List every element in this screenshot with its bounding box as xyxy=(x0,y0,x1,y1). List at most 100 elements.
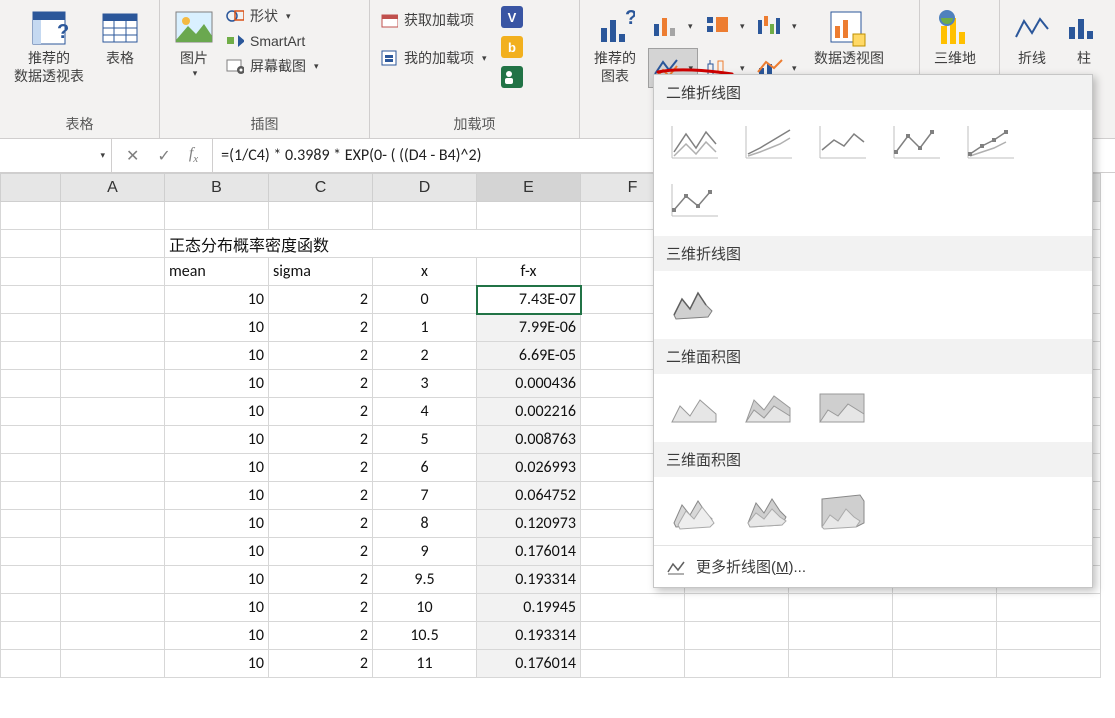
cell[interactable] xyxy=(1,398,61,426)
cell[interactable] xyxy=(1,286,61,314)
cell[interactable] xyxy=(1,454,61,482)
cell[interactable] xyxy=(789,650,893,678)
cell[interactable] xyxy=(893,650,997,678)
cell[interactable] xyxy=(789,594,893,622)
cell[interactable] xyxy=(1,426,61,454)
col-header-c[interactable]: C xyxy=(269,174,373,202)
cell[interactable] xyxy=(61,342,165,370)
cell[interactable]: 9.5 xyxy=(373,566,477,594)
cell[interactable]: 10 xyxy=(165,342,269,370)
picture-button[interactable]: 图片 ▾ xyxy=(166,4,222,81)
cell[interactable]: 10 xyxy=(165,286,269,314)
cell[interactable] xyxy=(61,482,165,510)
3d-line-option[interactable] xyxy=(666,281,722,325)
cell[interactable]: 1 xyxy=(373,314,477,342)
cell[interactable] xyxy=(61,510,165,538)
title-cell[interactable]: 正态分布概率密度函数 xyxy=(165,230,581,258)
cell[interactable] xyxy=(1,370,61,398)
cell[interactable]: 10 xyxy=(165,622,269,650)
col-header-a[interactable]: A xyxy=(61,174,165,202)
cell[interactable]: 2 xyxy=(269,426,373,454)
cell[interactable]: 10 xyxy=(165,566,269,594)
cell[interactable] xyxy=(61,454,165,482)
cell[interactable]: 10 xyxy=(165,370,269,398)
100-stacked-area-option[interactable] xyxy=(814,384,870,428)
header-x[interactable]: x xyxy=(373,258,477,286)
cell[interactable]: 6 xyxy=(373,454,477,482)
sparkline-column-button[interactable]: 柱 xyxy=(1058,4,1110,70)
cell[interactable] xyxy=(893,622,997,650)
cell[interactable]: 2 xyxy=(269,314,373,342)
cell[interactable] xyxy=(685,594,789,622)
cell[interactable]: 0.008763 xyxy=(477,426,581,454)
cell[interactable]: 10 xyxy=(165,538,269,566)
cell[interactable]: 6.69E-05 xyxy=(477,342,581,370)
cell[interactable]: 10.5 xyxy=(373,622,477,650)
cell[interactable]: 10 xyxy=(373,594,477,622)
cell[interactable] xyxy=(1,650,61,678)
select-all-corner[interactable] xyxy=(1,174,61,202)
smartart-button[interactable]: SmartArt xyxy=(222,32,323,50)
cell[interactable]: 2 xyxy=(269,566,373,594)
cell[interactable]: 2 xyxy=(269,342,373,370)
column-chart-button[interactable]: ▾ xyxy=(648,6,698,46)
cell[interactable] xyxy=(581,650,685,678)
my-addins-button[interactable]: 我的加载项▾ xyxy=(376,48,491,68)
col-header-e[interactable]: E xyxy=(477,174,581,202)
cell[interactable] xyxy=(61,566,165,594)
cell[interactable] xyxy=(581,622,685,650)
header-fx[interactable]: f-x xyxy=(477,258,581,286)
cell[interactable]: 8 xyxy=(373,510,477,538)
cell[interactable]: 9 xyxy=(373,538,477,566)
get-addins-button[interactable]: 获取加载项 xyxy=(376,10,491,30)
cell[interactable]: 0.193314 xyxy=(477,566,581,594)
3d-stacked-area-option[interactable] xyxy=(740,487,796,531)
pivot-chart-button[interactable]: 数据透视图 xyxy=(806,4,892,70)
header-sigma[interactable]: sigma xyxy=(269,258,373,286)
3d-area-option[interactable] xyxy=(666,487,722,531)
people-graph-icon[interactable] xyxy=(501,66,523,88)
cell[interactable]: 2 xyxy=(269,454,373,482)
cell[interactable] xyxy=(789,622,893,650)
cell[interactable]: 2 xyxy=(269,370,373,398)
cell[interactable] xyxy=(61,286,165,314)
cell[interactable]: 7 xyxy=(373,482,477,510)
cell[interactable]: 2 xyxy=(269,510,373,538)
cell[interactable]: 2 xyxy=(269,286,373,314)
cell[interactable]: 2 xyxy=(269,594,373,622)
accept-formula-icon[interactable]: ✓ xyxy=(157,146,170,166)
cell[interactable]: 2 xyxy=(269,538,373,566)
cell[interactable] xyxy=(1,538,61,566)
cell[interactable]: 10 xyxy=(165,650,269,678)
chevron-down-icon[interactable]: ▾ xyxy=(100,150,105,161)
header-mean[interactable]: mean xyxy=(165,258,269,286)
sparkline-line-button[interactable]: 折线 xyxy=(1006,4,1058,70)
cancel-formula-icon[interactable]: ✕ xyxy=(126,146,139,166)
cell[interactable] xyxy=(61,594,165,622)
cell[interactable]: 2 xyxy=(269,622,373,650)
cell[interactable] xyxy=(61,426,165,454)
line-markers-option[interactable] xyxy=(888,120,944,164)
cell[interactable] xyxy=(61,650,165,678)
cell[interactable]: 10 xyxy=(165,454,269,482)
bing-icon[interactable]: b xyxy=(501,36,523,58)
name-box[interactable]: ▾ xyxy=(0,139,112,172)
cell[interactable]: 10 xyxy=(165,426,269,454)
cell[interactable]: 3 xyxy=(373,370,477,398)
line-chart-option[interactable] xyxy=(666,120,722,164)
cell[interactable]: 10 xyxy=(165,510,269,538)
cell[interactable] xyxy=(997,622,1101,650)
screenshot-button[interactable]: 屏幕截图▾ xyxy=(222,56,323,76)
cell[interactable] xyxy=(685,650,789,678)
cell[interactable]: 10 xyxy=(165,594,269,622)
cell[interactable]: 2 xyxy=(269,482,373,510)
cell[interactable]: 10 xyxy=(165,398,269,426)
cell[interactable]: 2 xyxy=(373,342,477,370)
cell[interactable] xyxy=(997,594,1101,622)
cell[interactable] xyxy=(685,622,789,650)
cell[interactable]: 0 xyxy=(373,286,477,314)
cell[interactable]: 2 xyxy=(269,650,373,678)
stacked-area-option[interactable] xyxy=(740,384,796,428)
cell[interactable] xyxy=(893,594,997,622)
cell[interactable] xyxy=(1,314,61,342)
